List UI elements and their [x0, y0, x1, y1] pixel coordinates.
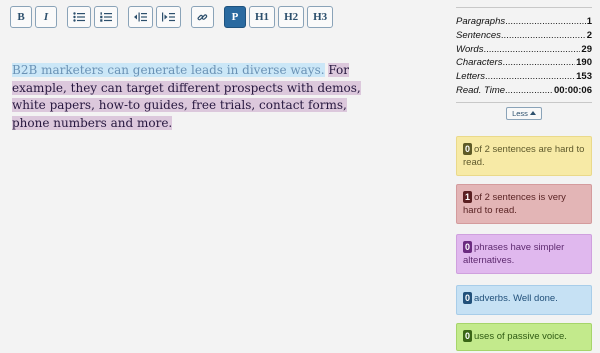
- very-hard-count-badge: 1: [463, 191, 473, 203]
- formatting-toolbar: B I P H1 H2 H3: [10, 6, 336, 28]
- adverbs-card: 0 adverbs. Well done.: [456, 285, 592, 315]
- hard-sentences-card: 0 of 2 sentences are hard to read.: [456, 136, 592, 176]
- paragraph-button[interactable]: P: [224, 6, 246, 28]
- stat-value: 190: [576, 57, 592, 69]
- stat-label: Letters: [456, 71, 486, 83]
- bullet-list-button[interactable]: [67, 6, 91, 28]
- very-hard-card-text: of 2 sentences is very hard to read.: [463, 192, 566, 216]
- passive-count-badge: 0: [463, 330, 473, 342]
- stat-value: 00:00:06: [553, 84, 592, 96]
- heading1-label: H1: [255, 11, 270, 23]
- stat-leader: [505, 15, 586, 29]
- paragraph-label: P: [231, 11, 239, 23]
- sidebar-divider: [456, 101, 592, 103]
- stat-label: Read. Time: [456, 84, 506, 96]
- stat-value: 153: [576, 71, 592, 83]
- indent-icon: [162, 12, 175, 22]
- stat-read-time: Read. Time 00:00:06: [456, 84, 592, 98]
- passive-voice-card: 0 uses of passive voice.: [456, 323, 592, 351]
- phrases-card-text: phrases have simpler alternatives.: [463, 242, 565, 266]
- stat-words: Words 29: [456, 43, 592, 57]
- stat-leader: [505, 84, 553, 98]
- stat-label: Characters: [456, 57, 503, 69]
- link-button[interactable]: [191, 6, 214, 28]
- stat-value: 1: [586, 16, 592, 27]
- numbered-list-button[interactable]: [94, 6, 118, 28]
- adverbs-card-text: adverbs. Well done.: [474, 293, 558, 304]
- heading3-button[interactable]: H3: [307, 6, 334, 28]
- caret-up-icon: [529, 111, 536, 116]
- bold-button[interactable]: B: [10, 6, 32, 28]
- passive-card-text: uses of passive voice.: [474, 331, 567, 342]
- bullet-list-icon: [73, 12, 85, 22]
- stat-leader: [501, 29, 586, 43]
- stat-letters: Letters 153: [456, 70, 592, 84]
- stat-label: Words: [456, 43, 484, 55]
- less-button-wrap: Less: [456, 106, 592, 120]
- heading2-label: H2: [284, 11, 299, 23]
- stat-value: 2: [586, 29, 592, 41]
- heading2-button[interactable]: H2: [278, 6, 305, 28]
- numbered-list-icon: [100, 12, 112, 22]
- italic-label: I: [43, 11, 49, 23]
- adverbs-count-badge: 0: [463, 292, 473, 304]
- sentence-normal: B2B marketers can generate leads in dive…: [12, 63, 325, 77]
- heading1-button[interactable]: H1: [249, 6, 276, 28]
- heading3-label: H3: [313, 11, 328, 23]
- hard-count-badge: 0: [463, 143, 473, 155]
- stats-panel: Paragraphs 1 Sentences 2 Words 29 Charac…: [456, 8, 592, 98]
- outdent-button[interactable]: [128, 6, 153, 28]
- stat-leader: [502, 56, 575, 70]
- less-button[interactable]: Less: [506, 106, 542, 120]
- phrases-card: 0 phrases have simpler alternatives.: [456, 234, 592, 274]
- stat-leader: [483, 43, 580, 57]
- stat-characters: Characters 190: [456, 56, 592, 70]
- stat-paragraphs: Paragraphs 1: [456, 15, 592, 29]
- stat-label: Sentences: [456, 29, 501, 41]
- stat-value: 29: [581, 43, 592, 55]
- stat-sentences: Sentences 2: [456, 29, 592, 43]
- indent-button[interactable]: [156, 6, 181, 28]
- hard-card-text: of 2 sentences are hard to read.: [463, 144, 585, 168]
- phrases-count-badge: 0: [463, 241, 473, 253]
- stat-label: Paragraphs: [456, 16, 506, 27]
- less-label: Less: [512, 108, 528, 118]
- stat-leader: [485, 70, 575, 84]
- bold-label: B: [17, 11, 25, 23]
- link-icon: [197, 13, 208, 20]
- italic-button[interactable]: I: [35, 6, 57, 28]
- sidebar: Paragraphs 1 Sentences 2 Words 29 Charac…: [456, 0, 592, 353]
- very-hard-sentences-card: 1 of 2 sentences is very hard to read.: [456, 184, 592, 224]
- outdent-icon: [134, 12, 147, 22]
- text-editor[interactable]: B2B marketers can generate leads in dive…: [12, 62, 372, 132]
